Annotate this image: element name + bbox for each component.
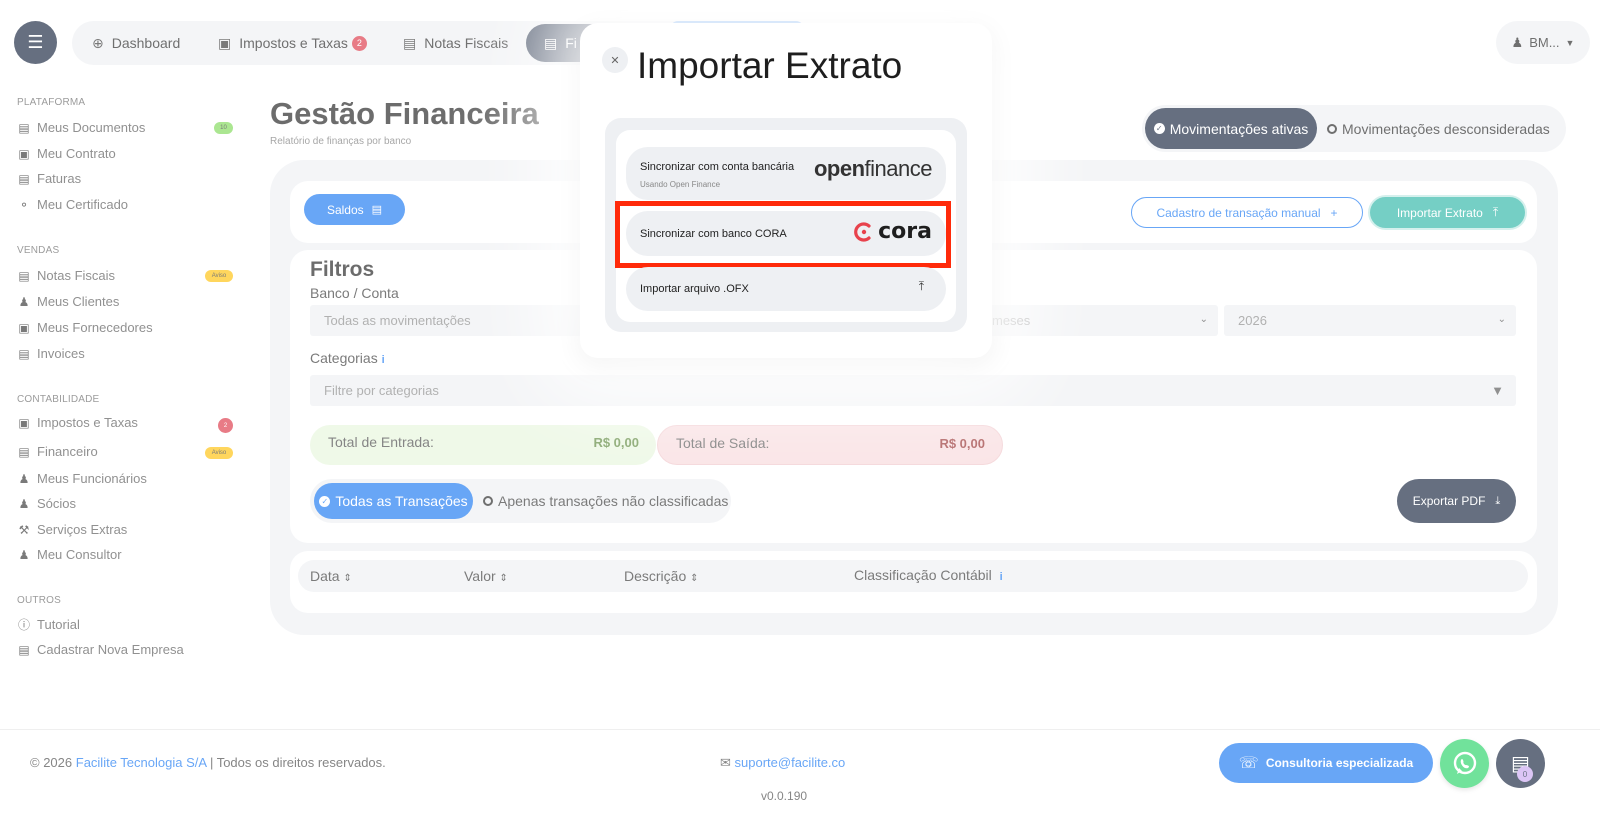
option-import-ofx[interactable]: Importar arquivo .OFX ⤒: [626, 267, 946, 311]
close-icon[interactable]: ✕: [602, 47, 628, 73]
upload-icon: ⤒: [918, 279, 924, 293]
modal-title: Importar Extrato: [637, 45, 903, 86]
cora-highlight-box: [615, 201, 951, 268]
option-open-finance[interactable]: Sincronizar com conta bancária Usando Op…: [626, 147, 946, 200]
openfinance-logo: openfinance: [813, 156, 933, 181]
